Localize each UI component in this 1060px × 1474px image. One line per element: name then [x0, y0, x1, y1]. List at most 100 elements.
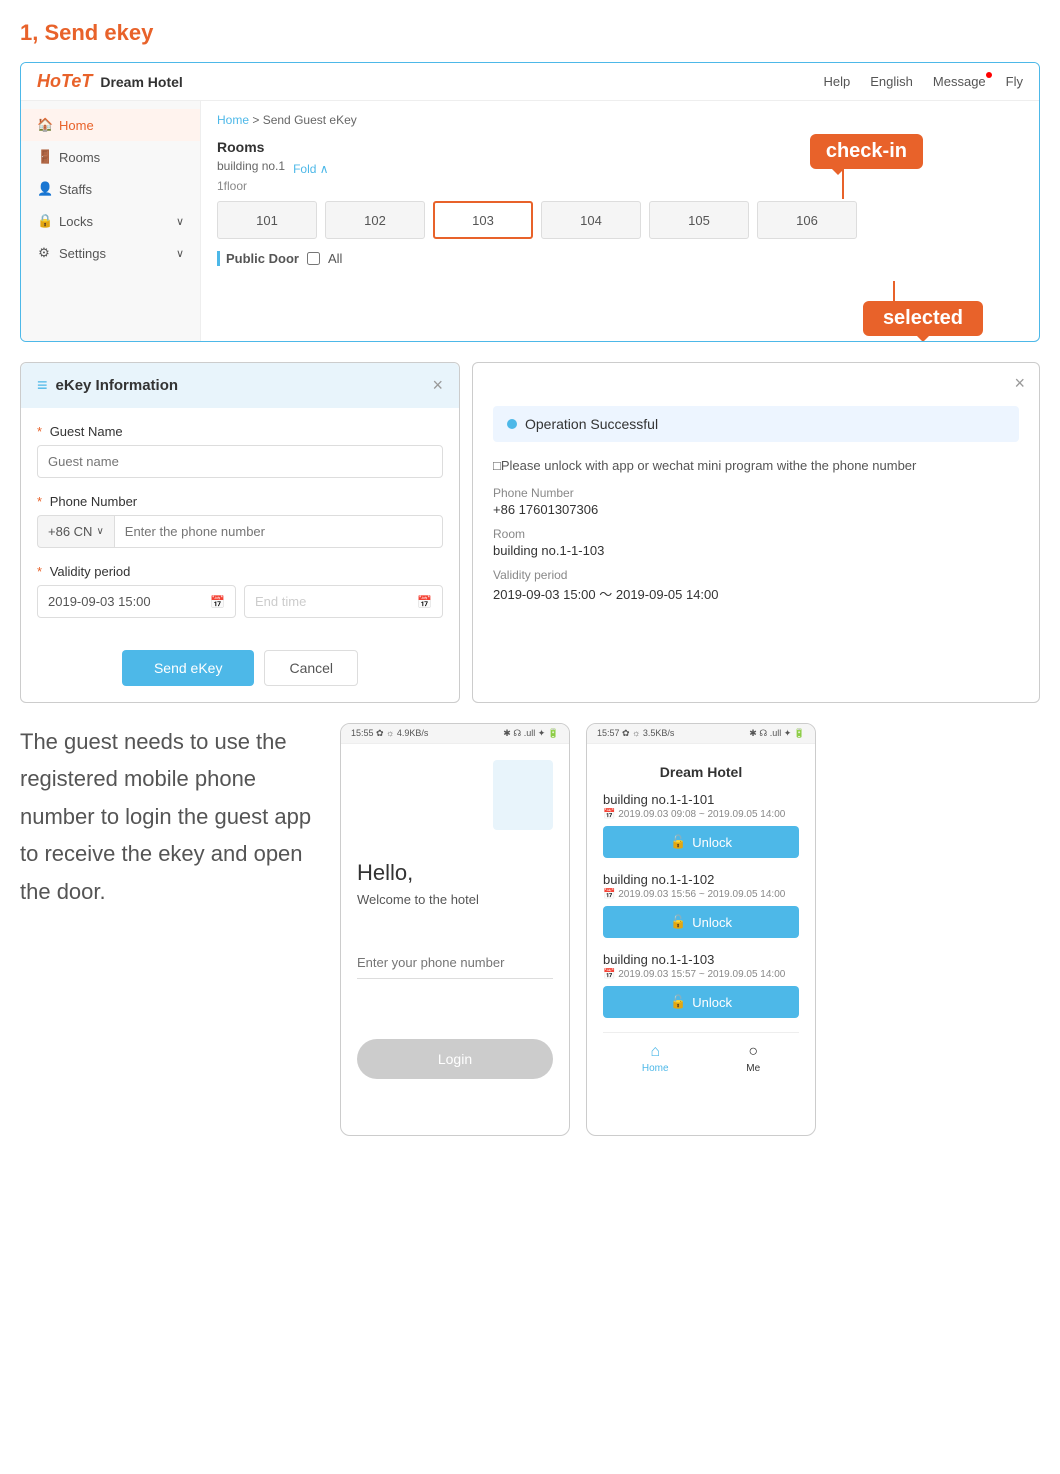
hotel-nav: Help English Message Fly [824, 74, 1023, 89]
room-field-label: Room [493, 527, 1019, 541]
sidebar-item-home[interactable]: 🏠 Home [21, 109, 200, 141]
end-calendar-icon: 📅 [417, 595, 432, 609]
hotel-name: Dream Hotel [100, 74, 182, 90]
unlock-icon-2: 🔓 [670, 994, 686, 1010]
required-star-3: * [37, 564, 42, 579]
success-header: × [473, 363, 1039, 394]
room-101[interactable]: 101 [217, 201, 317, 239]
building-label: building no.1 [217, 159, 285, 173]
rooms-section: check-in Rooms building no.1 Fold ∧ 1flo… [217, 139, 1023, 286]
guest-name-input[interactable] [37, 445, 443, 478]
phone-row: +86 CN ∨ [37, 515, 443, 548]
nav-help[interactable]: Help [824, 74, 851, 89]
hotel-body: 🏠 Home 🚪 Rooms 👤 Staffs 🔒 Locks ∨ ⚙ Sett… [21, 101, 1039, 341]
phone2-unlock-btn-1[interactable]: 🔓 Unlock [603, 906, 799, 938]
phone-number-group: * Phone Number +86 CN ∨ [37, 494, 443, 548]
validity-row: 2019-09-03 15:00 📅 End time 📅 [37, 585, 443, 618]
nav-language[interactable]: English [870, 74, 913, 89]
phone2-room-name-1: building no.1-1-102 [603, 872, 799, 887]
row3: The guest needs to use the registered mo… [20, 723, 1040, 1136]
all-label: All [328, 251, 342, 266]
success-info-text: □Please unlock with app or wechat mini p… [493, 456, 1019, 476]
phone2-footer-home[interactable]: ⌂ Home [642, 1043, 669, 1074]
guest-name-label: * Guest Name [37, 424, 443, 439]
sidebar-item-staffs[interactable]: 👤 Staffs [21, 173, 200, 205]
breadcrumb-current: Send Guest eKey [263, 113, 357, 127]
room-field-value: building no.1-1-103 [493, 543, 1019, 558]
room-104[interactable]: 104 [541, 201, 641, 239]
room-102[interactable]: 102 [325, 201, 425, 239]
phone2-room-name-0: building no.1-1-101 [603, 792, 799, 807]
validity-group: * Validity period 2019-09-03 15:00 📅 End… [37, 564, 443, 618]
breadcrumb-home[interactable]: Home [217, 113, 249, 127]
sidebar: 🏠 Home 🚪 Rooms 👤 Staffs 🔒 Locks ∨ ⚙ Sett… [21, 101, 201, 341]
phone2-unlock-btn-0[interactable]: 🔓 Unlock [603, 826, 799, 858]
ekey-form-body: * Guest Name * Phone Number +86 CN ∨ [21, 408, 459, 650]
staffs-icon: 👤 [37, 181, 51, 197]
hotel-logo-icon: HoTeT [37, 71, 92, 92]
description-text: The guest needs to use the registered mo… [20, 723, 320, 910]
send-ekey-button[interactable]: Send eKey [122, 650, 255, 686]
ekey-form-icon: ≡ [37, 375, 48, 396]
sidebar-item-settings[interactable]: ⚙ Settings ∨ [21, 237, 200, 269]
phone1-welcome: Welcome to the hotel [357, 892, 553, 907]
selected-callout-wrapper: selected [863, 281, 983, 336]
rooms-icon: 🚪 [37, 149, 51, 165]
validity-field-value: 2019-09-03 15:00 ～ 2019-09-05 14:00 [493, 584, 1019, 603]
phone2-room-date-2: 📅 2019.09.03 15:57 ~ 2019.09.05 14:00 [603, 969, 799, 980]
phone2-footer-me[interactable]: ○ Me [746, 1043, 760, 1074]
validity-field-label: Validity period [493, 568, 1019, 582]
main-content: Home > Send Guest eKey check-in Rooms bu… [201, 101, 1039, 341]
phone2-unlock-btn-2[interactable]: 🔓 Unlock [603, 986, 799, 1018]
room-106[interactable]: 106 [757, 201, 857, 239]
end-time-input[interactable]: End time 📅 [244, 585, 443, 618]
success-panel: × Operation Successful □Please unlock wi… [472, 362, 1040, 703]
phone-number-label: * Phone Number [37, 494, 443, 509]
sidebar-item-locks[interactable]: 🔒 Locks ∨ [21, 205, 200, 237]
fold-link[interactable]: Fold ∧ [293, 162, 328, 176]
breadcrumb: Home > Send Guest eKey [217, 113, 1023, 127]
phone1-greeting: Hello, [357, 860, 553, 886]
phone1-frame: 15:55 ✿ ☼ 4.9KB/s ✱ ☊ .ull ✦ 🔋 Hello, We… [340, 723, 570, 1136]
phone1-login-button[interactable]: Login [357, 1039, 553, 1079]
public-door-label: Public Door [217, 251, 299, 266]
phone2-room-name-2: building no.1-1-103 [603, 952, 799, 967]
home-footer-icon: ⌂ [650, 1043, 660, 1061]
success-body: Operation Successful □Please unlock with… [473, 394, 1039, 633]
validity-label: * Validity period [37, 564, 443, 579]
room-103[interactable]: 103 [433, 201, 533, 239]
phone2-room-item-1: building no.1-1-102 📅 2019.09.03 15:56 ~… [603, 872, 799, 938]
cancel-button[interactable]: Cancel [264, 650, 358, 686]
nav-fly[interactable]: Fly [1006, 74, 1023, 89]
phone-number-input[interactable] [114, 515, 443, 548]
ekey-form-title: eKey Information [56, 377, 179, 394]
page-title: 1, Send ekey [20, 20, 1040, 46]
success-alert: Operation Successful [493, 406, 1019, 442]
phone-prefix[interactable]: +86 CN ∨ [37, 515, 114, 548]
hotel-admin-panel: HoTeT Dream Hotel Help English Message F… [20, 62, 1040, 342]
ekey-form-close[interactable]: × [432, 375, 443, 396]
nav-message[interactable]: Message [933, 74, 986, 89]
phone2-room-date-1: 📅 2019.09.03 15:56 ~ 2019.09.05 14:00 [603, 889, 799, 900]
ekey-form-panel: ≡ eKey Information × * Guest Name * Phon… [20, 362, 460, 703]
required-star: * [37, 424, 42, 439]
phone-mockups: 15:55 ✿ ☼ 4.9KB/s ✱ ☊ .ull ✦ 🔋 Hello, We… [340, 723, 816, 1136]
public-door-all-checkbox[interactable] [307, 252, 320, 265]
phone2-content: Dream Hotel building no.1-1-101 📅 2019.0… [587, 744, 815, 1094]
success-alert-title: Operation Successful [525, 416, 658, 432]
success-close-button[interactable]: × [1014, 373, 1025, 394]
phone2-room-date-0: 📅 2019.09.03 09:08 ~ 2019.09.05 14:00 [603, 809, 799, 820]
phone1-number-input[interactable] [357, 947, 553, 979]
start-calendar-icon: 📅 [210, 595, 225, 609]
home-icon: 🏠 [37, 117, 51, 133]
phone-field-label: Phone Number [493, 486, 1019, 500]
ekey-form-title-row: ≡ eKey Information [37, 375, 178, 396]
room-grid: 101 102 103 104 105 106 [217, 201, 1023, 239]
sidebar-item-rooms[interactable]: 🚪 Rooms [21, 141, 200, 173]
hotel-header: HoTeT Dream Hotel Help English Message F… [21, 63, 1039, 101]
room-105[interactable]: 105 [649, 201, 749, 239]
checkin-callout: check-in [810, 134, 923, 169]
me-footer-icon: ○ [748, 1043, 758, 1061]
start-date-input[interactable]: 2019-09-03 15:00 📅 [37, 585, 236, 618]
row2: ≡ eKey Information × * Guest Name * Phon… [20, 362, 1040, 703]
